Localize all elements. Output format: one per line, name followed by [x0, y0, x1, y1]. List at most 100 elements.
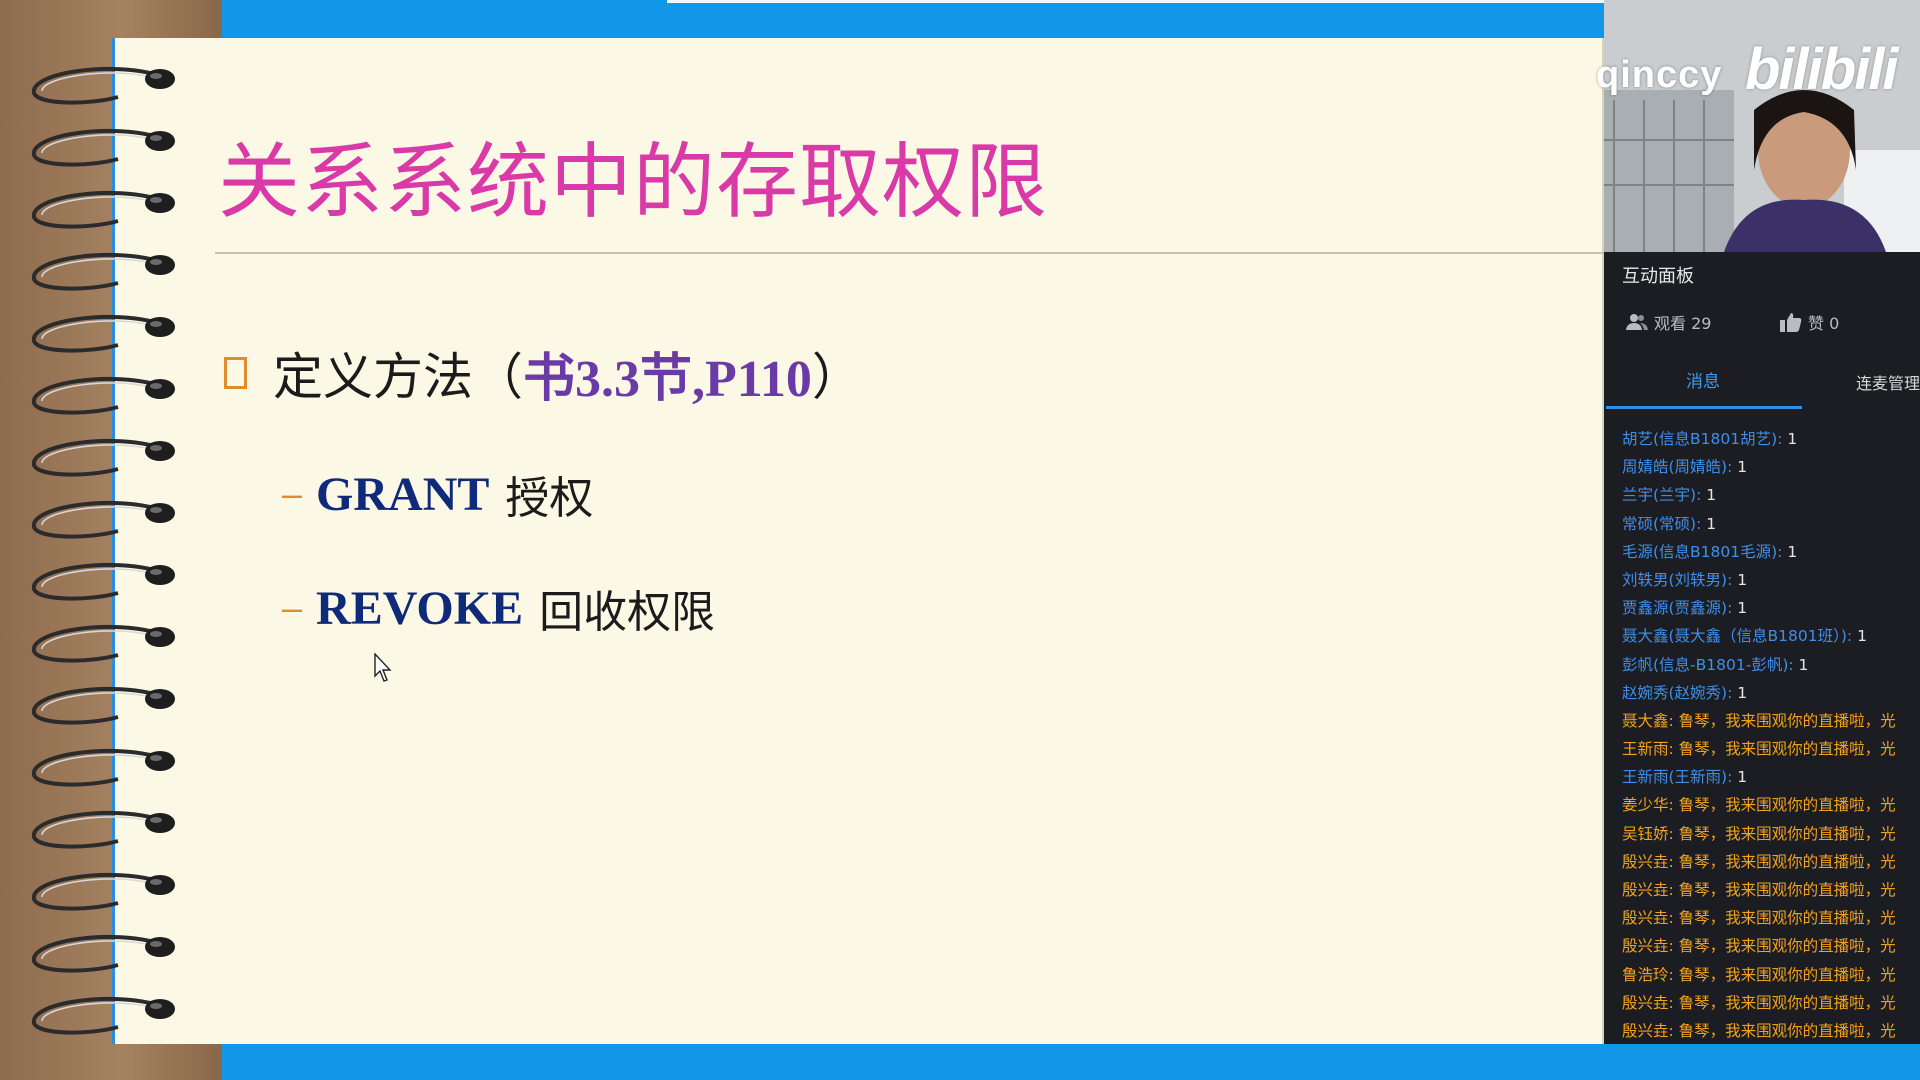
spiral-ring — [32, 500, 175, 539]
chat-message: 殷兴垚: 鲁琴，我来围观你的直播啦，光 — [1622, 848, 1920, 876]
spiral-ring — [32, 128, 175, 167]
chat-text: 鲁琴，我来围观你的直播啦，光 — [1673, 824, 1896, 843]
panel-bottom-bar — [1604, 1044, 1920, 1080]
chat-username[interactable]: 彭帆(信息-B1801-彭帆): — [1622, 656, 1794, 674]
chat-message: 王新雨(王新雨): 1 — [1622, 763, 1920, 791]
chat-text: 鲁琴，我来围观你的直播啦，光 — [1673, 909, 1896, 928]
interaction-panel-title: 互动面板 — [1622, 266, 1694, 287]
chat-username[interactable]: 毛源(信息B1801毛源): — [1622, 543, 1782, 561]
chat-username[interactable]: 王新雨: — [1622, 740, 1674, 758]
spiral-ring — [32, 934, 175, 973]
like-count-label: 赞 0 — [1808, 314, 1840, 333]
sub-text: 回收权限 — [539, 587, 716, 638]
spiral-ring — [32, 562, 175, 601]
tab-messages[interactable]: 消息 — [1686, 367, 1720, 392]
bullet-suffix: ） — [811, 348, 862, 406]
chat-text: 鲁琴，我来围观你的直播啦，光 — [1673, 740, 1896, 759]
chat-username[interactable]: 胡艺(信息B1801胡艺): — [1622, 430, 1782, 448]
chat-message: 彭帆(信息-B1801-彭帆): 1 — [1622, 651, 1920, 679]
chat-list[interactable]: 胡艺(信息B1801胡艺): 1 周婧皓(周婧皓): 1 兰宇(兰宇): 1 常硕(常… — [1622, 425, 1920, 1045]
spiral-ring — [32, 252, 175, 291]
streamer-username: qinccy — [1596, 54, 1723, 96]
sub-dash: – — [282, 473, 303, 514]
chat-username[interactable]: 殷兴垚: — [1622, 909, 1674, 927]
spiral-ring — [32, 810, 175, 849]
chat-text: 1 — [1732, 683, 1748, 702]
chat-message: 殷兴垚: 鲁琴，我来围观你的直播啦，光 — [1622, 876, 1920, 904]
chat-text: 鲁琴，我来围观你的直播啦，光 — [1673, 993, 1896, 1012]
chat-text: 1 — [1782, 430, 1798, 448]
chat-username[interactable]: 殷兴垚: — [1622, 937, 1674, 955]
viewer-count: 观看 29 — [1626, 310, 1780, 334]
chat-username[interactable]: 聂大鑫(聂大鑫（信息B1801班）): — [1622, 627, 1852, 645]
chat-message: 胡艺(信息B1801胡艺): 1 — [1622, 425, 1920, 453]
chat-message: 殷兴垚: 鲁琴，我来围观你的直播啦，光 — [1622, 989, 1920, 1017]
spiral-ring — [32, 686, 175, 725]
sub-keyword: GRANT — [316, 467, 490, 521]
spiral-rings — [32, 66, 175, 1035]
chat-username[interactable]: 殷兴垚: — [1622, 994, 1674, 1012]
chat-message: 吴钰娇: 鲁琴，我来围观你的直播啦，光 — [1622, 820, 1920, 848]
chat-username[interactable]: 鲁浩玲: — [1622, 966, 1674, 984]
chat-username[interactable]: 王新雨(王新雨): — [1622, 768, 1732, 786]
mouse-cursor-icon — [374, 653, 392, 682]
spiral-ring — [32, 66, 175, 105]
chat-username[interactable]: 殷兴垚: — [1622, 1022, 1674, 1040]
chat-text: 鲁琴，我来围观你的直播啦，光 — [1673, 852, 1896, 871]
chat-username[interactable]: 周婧皓(周婧皓): — [1622, 458, 1732, 476]
sub-text: 授权 — [505, 473, 594, 524]
panel-tabs: 消息 连麦管理 — [1606, 362, 1920, 410]
chat-username[interactable]: 兰宇(兰宇): — [1622, 486, 1701, 504]
chat-text: 1 — [1701, 514, 1717, 533]
chat-username[interactable]: 吴钰娇: — [1622, 825, 1674, 843]
chat-username[interactable]: 贾鑫源(贾鑫源): — [1622, 599, 1732, 617]
chat-message: 姜少华: 鲁琴，我来围观你的直播啦，光 — [1622, 791, 1920, 819]
chat-text: 1 — [1701, 486, 1717, 505]
viewers-icon — [1626, 314, 1648, 330]
chat-text: 1 — [1782, 542, 1798, 561]
chat-username[interactable]: 殷兴垚: — [1622, 853, 1674, 871]
spiral-ring — [32, 624, 175, 663]
spiral-ring — [32, 748, 175, 787]
chat-message: 聂大鑫: 鲁琴，我来围观你的直播啦，光 — [1622, 707, 1920, 735]
sub-item-revoke: – REVOKE 回收权限 — [282, 576, 715, 640]
slide-title: 关系系统中的存取权限 — [218, 135, 1049, 230]
title-divider — [215, 252, 1604, 254]
slide-bottom-bar — [222, 1044, 1604, 1080]
sub-dash: – — [282, 587, 303, 628]
chat-message: 刘轶男(刘轶男): 1 — [1622, 566, 1920, 594]
thumbs-up-icon — [1780, 313, 1802, 332]
bullet-definition: 定义方法（ 书3.3节,P110 ） — [220, 340, 862, 408]
chat-username[interactable]: 姜少华: — [1622, 796, 1674, 814]
spiral-ring — [32, 996, 175, 1035]
bilibili-logo: bilibili — [1745, 37, 1899, 102]
tab-link-management[interactable]: 连麦管理 — [1856, 370, 1920, 394]
chat-text: 1 — [1793, 655, 1809, 674]
chat-text: 鲁琴，我来围观你的直播啦，光 — [1673, 881, 1896, 899]
chat-message: 聂大鑫(聂大鑫（信息B1801班）): 1 — [1622, 622, 1920, 650]
stream-stats: 观看 29 赞 0 — [1626, 310, 1839, 334]
chat-text: 鲁琴，我来围观你的直播啦，光 — [1673, 937, 1896, 956]
chat-username[interactable]: 赵婉秀(赵婉秀): — [1622, 684, 1732, 702]
bullet-reference: 书3.3节,P110 — [523, 350, 812, 408]
like-count[interactable]: 赞 0 — [1780, 310, 1839, 334]
slide-top-bar — [222, 0, 1697, 38]
chat-text: 鲁琴，我来围观你的直播啦，光 — [1673, 965, 1896, 984]
chat-message: 周婧皓(周婧皓): 1 — [1622, 453, 1920, 481]
top-bar-highlight — [667, 0, 1697, 3]
chat-username[interactable]: 刘轶男(刘轶男): — [1622, 571, 1732, 589]
chat-username[interactable]: 殷兴垚: — [1622, 881, 1674, 899]
chat-text: 1 — [1732, 768, 1748, 787]
chat-username[interactable]: 聂大鑫: — [1622, 712, 1674, 730]
chat-username[interactable]: 常硕(常硕): — [1622, 515, 1701, 533]
chat-message: 王新雨: 鲁琴，我来围观你的直播啦，光 — [1622, 735, 1920, 763]
spiral-ring — [32, 190, 175, 229]
chat-text: 1 — [1732, 570, 1748, 589]
chat-message: 殷兴垚: 鲁琴，我来围观你的直播啦，光 — [1622, 1017, 1920, 1045]
viewer-count-label: 观看 29 — [1654, 314, 1712, 333]
chat-text: 1 — [1732, 458, 1748, 477]
sub-item-grant: – GRANT 授权 — [282, 462, 593, 526]
chat-text: 1 — [1732, 599, 1748, 618]
chat-text: 鲁琴，我来围观你的直播啦，光 — [1673, 1021, 1896, 1040]
chat-text: 鲁琴，我来围观你的直播啦，光 — [1673, 796, 1896, 815]
